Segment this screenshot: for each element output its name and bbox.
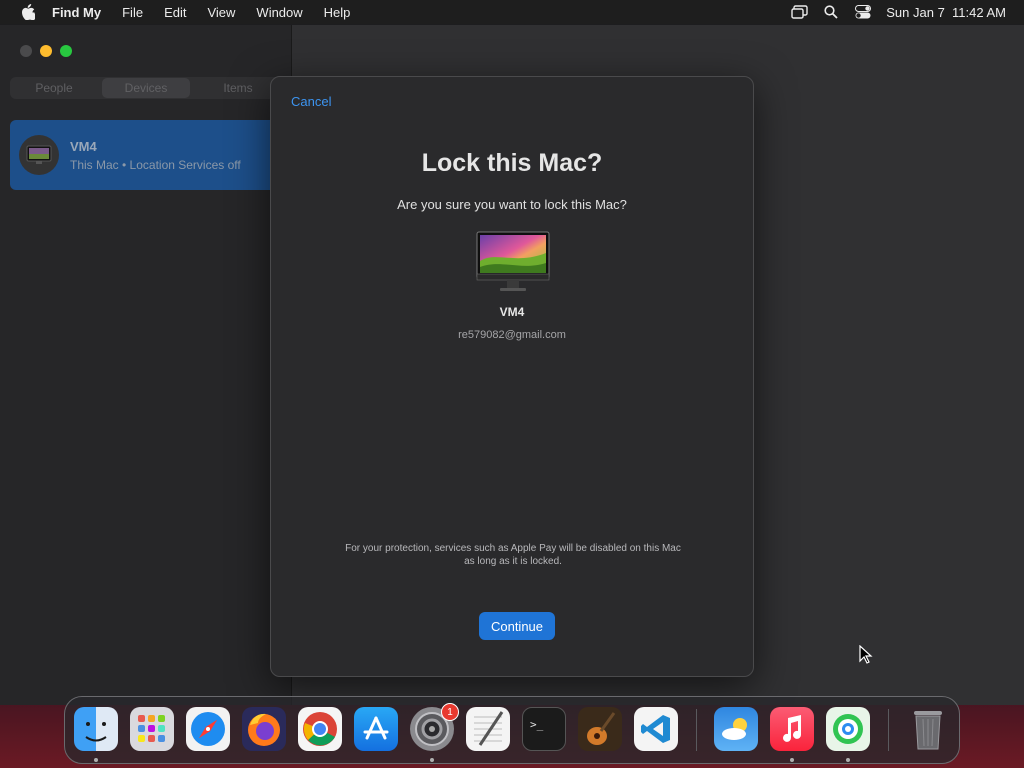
sidebar: People Devices Items VM4 This Mac • Loca… bbox=[0, 25, 292, 705]
lock-mac-dialog: Cancel Lock this Mac? Are you sure you w… bbox=[270, 76, 754, 677]
weather-icon[interactable] bbox=[714, 707, 758, 751]
music-running-indicator bbox=[790, 758, 794, 762]
safari-icon[interactable] bbox=[186, 707, 230, 751]
dialog-title: Lock this Mac? bbox=[421, 149, 603, 177]
vscode-icon[interactable] bbox=[634, 707, 678, 751]
menu-file[interactable]: File bbox=[122, 5, 143, 20]
minimize-button[interactable] bbox=[40, 45, 52, 57]
tab-items[interactable]: Items bbox=[194, 78, 282, 98]
spotlight-search-icon[interactable] bbox=[822, 3, 840, 21]
finder-running-indicator bbox=[94, 758, 98, 762]
tab-people[interactable]: People bbox=[10, 78, 98, 98]
textedit-icon[interactable] bbox=[466, 707, 510, 751]
device-name: VM4 bbox=[70, 138, 97, 154]
window-controls bbox=[20, 45, 72, 57]
find-my-running-indicator bbox=[846, 758, 850, 762]
terminal-icon[interactable]: >_ bbox=[522, 707, 566, 751]
dialog-subtitle: Are you sure you want to lock this Mac? bbox=[397, 197, 627, 212]
close-button[interactable] bbox=[20, 45, 32, 57]
continue-button[interactable]: Continue bbox=[479, 612, 555, 640]
settings-notification-badge: 1 bbox=[441, 703, 459, 721]
menu-window[interactable]: Window bbox=[256, 5, 302, 20]
app-store-icon[interactable] bbox=[354, 707, 398, 751]
menu-app-name[interactable]: Find My bbox=[52, 5, 101, 20]
dock-separator bbox=[696, 709, 697, 751]
garageband-icon[interactable] bbox=[578, 707, 622, 751]
dock: 1 >_ bbox=[64, 696, 960, 764]
tab-devices[interactable]: Devices bbox=[102, 78, 190, 98]
dialog-protection-note: For your protection, services such as Ap… bbox=[345, 543, 681, 567]
device-list-item[interactable]: VM4 This Mac • Location Services off bbox=[10, 120, 292, 190]
control-center-icon[interactable] bbox=[854, 3, 872, 21]
menu-view[interactable]: View bbox=[207, 5, 235, 20]
firefox-icon[interactable] bbox=[242, 707, 286, 751]
trash-icon[interactable] bbox=[906, 707, 950, 751]
find-my-icon[interactable] bbox=[826, 707, 870, 751]
settings-running-indicator bbox=[430, 758, 434, 762]
cancel-button[interactable]: Cancel bbox=[291, 94, 331, 109]
music-icon[interactable] bbox=[770, 707, 814, 751]
svg-text:>_: >_ bbox=[530, 718, 544, 731]
launchpad-icon[interactable] bbox=[130, 707, 174, 751]
screen-mirroring-icon[interactable] bbox=[790, 3, 808, 21]
sidebar-tabs: People Devices Items bbox=[10, 77, 282, 99]
dock-separator bbox=[888, 709, 889, 751]
mac-device-icon bbox=[19, 135, 59, 175]
menu-bar: Find My File Edit View Window Help Sun J… bbox=[0, 0, 1024, 24]
dialog-device-name: VM4 bbox=[499, 305, 525, 319]
dialog-account-email: re579082@gmail.com bbox=[458, 329, 566, 341]
apple-menu-icon[interactable] bbox=[18, 0, 38, 24]
chrome-icon[interactable] bbox=[298, 707, 342, 751]
imac-icon bbox=[476, 231, 550, 293]
finder-icon[interactable] bbox=[74, 707, 118, 751]
menu-edit[interactable]: Edit bbox=[164, 5, 186, 20]
device-status: This Mac • Location Services off bbox=[70, 157, 241, 172]
menu-clock[interactable]: Sun Jan 7 11:42 AM bbox=[886, 5, 1006, 20]
zoom-button[interactable] bbox=[60, 45, 72, 57]
mouse-pointer-icon bbox=[859, 644, 873, 665]
menu-help[interactable]: Help bbox=[324, 5, 351, 20]
